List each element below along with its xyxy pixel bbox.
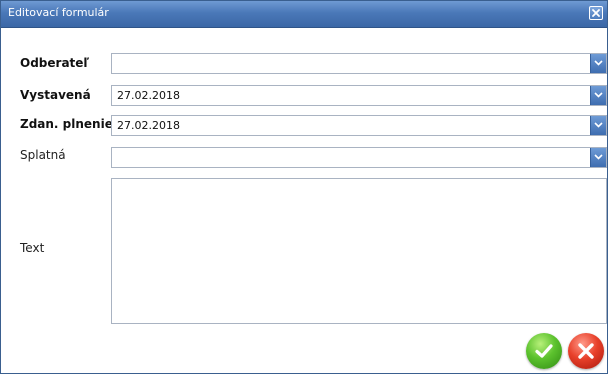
splatna-select[interactable] [111,147,607,168]
zdan-plnenie-label: Zdan. plnenie [20,117,113,131]
x-icon [578,343,594,359]
dialog-title: Editovací formulár [8,6,109,19]
text-label: Text [20,241,45,255]
odberatel-dropdown-button[interactable] [590,54,606,73]
confirm-button[interactable] [526,333,562,369]
close-icon [592,9,600,17]
close-button[interactable] [589,6,603,20]
vystavena-dropdown-button[interactable] [590,86,606,105]
chevron-down-icon [594,122,603,128]
chevron-down-icon [594,92,603,98]
zdan-plnenie-value: 27.02.2018 [117,119,180,132]
cancel-button[interactable] [568,333,604,369]
text-area[interactable] [111,178,607,324]
zdan-plnenie-select[interactable]: 27.02.2018 [111,115,607,136]
splatna-dropdown-button[interactable] [590,148,606,167]
odberatel-label: Odberateľ [20,56,90,70]
chevron-down-icon [594,60,603,66]
edit-form-dialog: Editovací formulár Odberateľ Vystavená 2… [0,0,608,374]
odberatel-select[interactable] [111,53,607,74]
vystavena-label: Vystavená [20,88,91,102]
zdan-plnenie-dropdown-button[interactable] [590,116,606,135]
splatna-label: Splatná [20,148,66,162]
vystavena-value: 27.02.2018 [117,89,180,102]
vystavena-select[interactable]: 27.02.2018 [111,85,607,106]
chevron-down-icon [594,154,603,160]
dialog-titlebar[interactable]: Editovací formulár [1,1,607,28]
checkmark-icon [535,344,553,358]
